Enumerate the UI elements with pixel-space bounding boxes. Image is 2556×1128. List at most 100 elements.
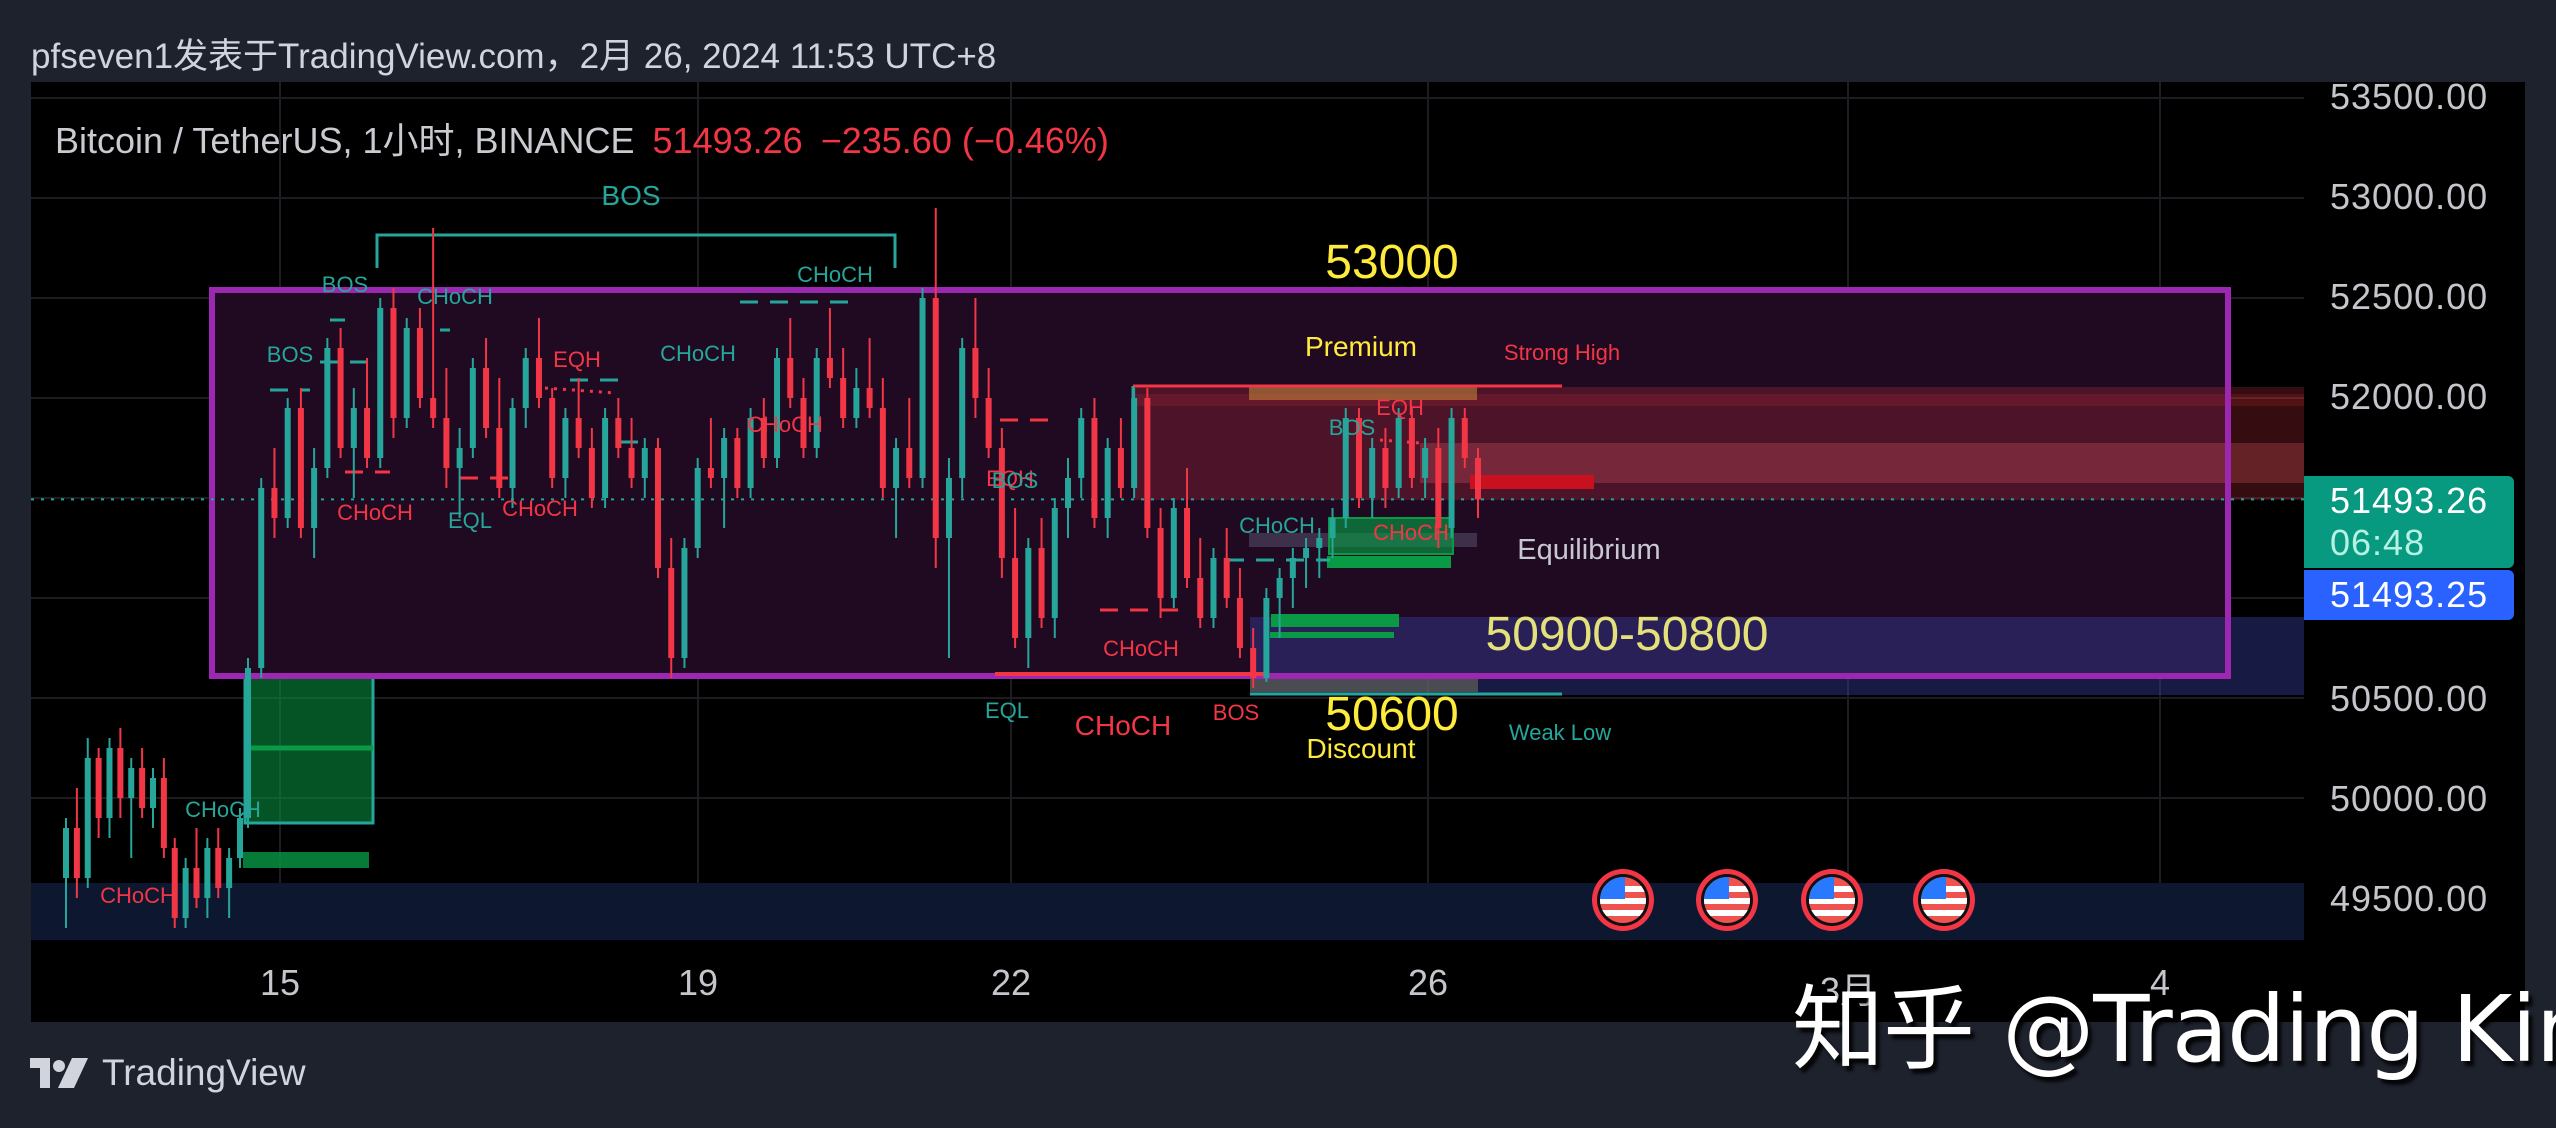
candle-body [866,388,873,408]
candle-body [1144,398,1151,528]
time-axis-label: 26 [1407,962,1449,1003]
candle-body [271,488,278,518]
candle-body [150,778,156,808]
equilibrium-label: Equilibrium [1517,534,1660,566]
bid-price-badge: 51493.25 [2304,570,2514,620]
candle-body [734,438,741,488]
candle-body [1210,558,1217,618]
candle-body [1408,418,1415,478]
candle-body [258,488,265,668]
candle-body [1104,448,1111,518]
candle-body [959,348,966,478]
candle-body [998,448,1005,558]
structure-label: CHoCH [502,496,578,521]
candle-body [483,368,490,428]
candle-body [681,548,688,658]
legend-change: −235.60 (−0.46%) [820,120,1109,161]
candle-body [1012,558,1019,638]
candle-body [1276,578,1283,598]
structure-label: CHoCH [1075,710,1171,741]
candle-body [535,358,542,398]
candle-body [1197,578,1204,618]
candle-body [668,568,675,658]
tradingview-brand[interactable]: TradingView [102,1052,306,1094]
candle-body [73,828,80,878]
candle-body [1184,508,1191,578]
candle-body [390,308,397,418]
level-high-label: 53000 [1325,236,1458,289]
symbol-name[interactable]: Bitcoin / TetherUS, 1小时, BINANCE [55,120,635,161]
us-flag-icon[interactable] [1913,869,1975,931]
candle-body [1051,508,1058,618]
structure-label: CHoCH [1239,513,1315,538]
candle-body [1078,418,1085,478]
candle-body [932,298,939,538]
candle-body [641,448,648,478]
candle-body [364,408,371,458]
us-flag-icon[interactable] [1801,869,1863,931]
candle-body [628,448,635,478]
candle-body [721,438,728,478]
last-price-value: 51493.26 [2330,480,2489,521]
candle-body [615,418,622,448]
candle-body [237,818,243,858]
structure-label: CHoCH [797,262,873,287]
candle-body [1289,558,1296,578]
candle-body [826,358,833,378]
price-axis-label: 52000.00 [2330,376,2489,417]
candle-body [430,398,437,418]
candle-body [1422,448,1429,478]
price-axis-label: 53500.00 [2330,76,2489,117]
candle-body [1316,538,1323,548]
candle-body [945,478,952,538]
candle-body [95,758,102,818]
candle-body [416,328,423,398]
bull-ob-upper-2 [1327,556,1451,568]
candle-body [377,308,384,458]
candle-body [1236,598,1243,648]
candle-body [128,768,135,798]
candle-body [1475,458,1481,500]
candle-body [1369,448,1376,498]
structure-label: EQL [985,698,1029,723]
candle-body [655,448,661,568]
structure-label: BOS [1329,415,1375,440]
candle-body [226,858,233,888]
candle-body [139,768,146,808]
candle-body [972,348,979,398]
candle-body [509,408,516,488]
candle-body [1025,548,1032,638]
bar-countdown: 06:48 [2330,522,2426,563]
candle-body [324,348,331,468]
candle-body [1065,478,1071,508]
candle-body [985,398,992,448]
candle-body [182,868,189,918]
candle-body [297,408,304,528]
structure-label: BOS [601,180,660,211]
structure-label: BOS [1213,700,1259,725]
structure-label: CHoCH [660,341,736,366]
candle-body [193,868,200,898]
candle-body [1117,448,1124,488]
candle-body [1303,548,1310,558]
candle-body [215,848,222,888]
structure-label: CHoCH [337,500,413,525]
bull-ob-lower-2 [1270,632,1394,638]
structure-label: CHoCH [417,284,493,309]
candle-body [1170,508,1177,598]
bull-ob-thin [243,852,369,868]
bull-ob-lower [1271,614,1399,627]
structure-label: CHoCH [185,797,261,822]
structure-label: EQH [1376,395,1424,420]
candle-body [337,348,344,448]
candle-body [403,328,410,418]
candle-body [469,368,476,448]
us-flag-icon[interactable] [1696,869,1758,931]
legend-price: 51493.26 [652,120,803,161]
candle-body [919,298,926,478]
symbol-legend[interactable]: Bitcoin / TetherUS, 1小时, BINANCE 51493.26… [55,112,1109,164]
structure-label: BOS [322,272,368,297]
price-axis-label: 50000.00 [2330,778,2489,819]
price-axis-label: 50500.00 [2330,678,2489,719]
us-flag-icon[interactable] [1592,869,1654,931]
